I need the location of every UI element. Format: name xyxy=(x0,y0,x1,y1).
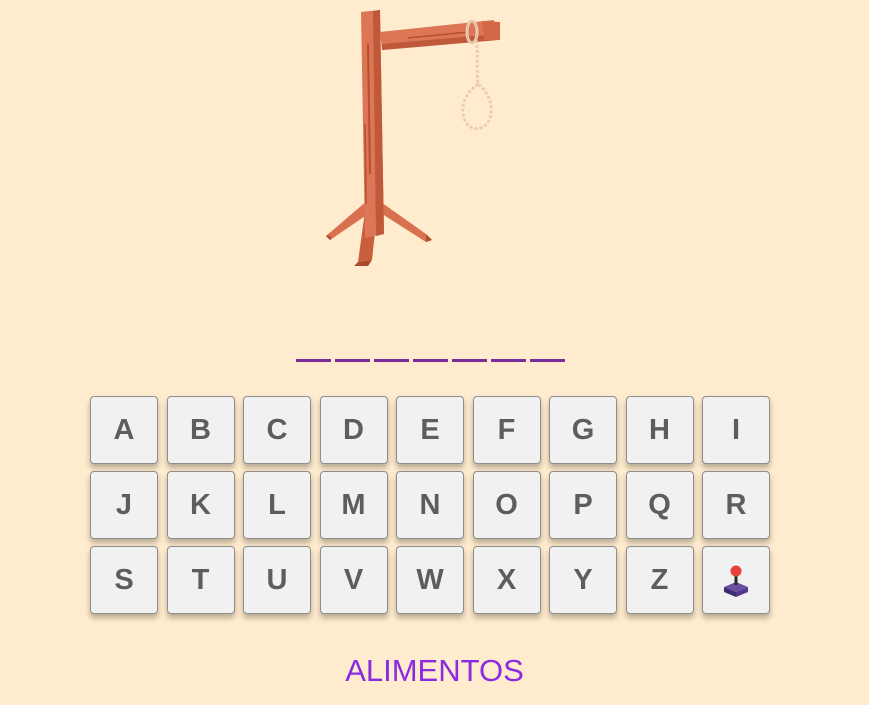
joystick-button[interactable] xyxy=(702,546,770,614)
category-label: ALIMENTOS xyxy=(345,653,524,688)
key-v[interactable]: V xyxy=(319,546,388,614)
key-o[interactable]: O xyxy=(472,471,541,539)
gallows-icon xyxy=(326,10,500,266)
key-k[interactable]: K xyxy=(166,471,235,539)
letter-slot xyxy=(413,346,448,362)
key-c[interactable]: C xyxy=(243,396,311,464)
letter-slot xyxy=(491,346,526,362)
key-g[interactable]: G xyxy=(549,396,617,464)
hidden-word xyxy=(296,346,568,366)
key-q[interactable]: Q xyxy=(625,471,694,539)
key-z[interactable]: Z xyxy=(625,546,694,614)
letter-slot xyxy=(335,346,370,362)
letter-slot xyxy=(296,346,331,362)
key-m[interactable]: M xyxy=(319,471,388,539)
key-h[interactable]: H xyxy=(625,396,694,464)
letter-slot xyxy=(452,346,487,362)
key-l[interactable]: L xyxy=(243,471,311,539)
key-s[interactable]: S xyxy=(90,546,158,614)
key-a[interactable]: A xyxy=(90,396,158,464)
key-x[interactable]: X xyxy=(472,546,541,614)
key-r[interactable]: R xyxy=(702,471,770,539)
key-b[interactable]: B xyxy=(166,396,235,464)
key-p[interactable]: P xyxy=(549,471,617,539)
key-y[interactable]: Y xyxy=(549,546,617,614)
joystick-icon xyxy=(724,565,748,597)
key-t[interactable]: T xyxy=(166,546,235,614)
letter-slot xyxy=(374,346,409,362)
letter-slot xyxy=(530,346,565,362)
key-n[interactable]: N xyxy=(396,471,464,539)
key-w[interactable]: W xyxy=(396,546,464,614)
key-i[interactable]: I xyxy=(702,396,770,464)
letter-keyboard: A B C D E F G H I J K L M N O P Q R S T … xyxy=(90,396,770,614)
key-f[interactable]: F xyxy=(472,396,541,464)
key-j[interactable]: J xyxy=(90,471,158,539)
key-d[interactable]: D xyxy=(319,396,388,464)
key-u[interactable]: U xyxy=(243,546,311,614)
key-e[interactable]: E xyxy=(396,396,464,464)
